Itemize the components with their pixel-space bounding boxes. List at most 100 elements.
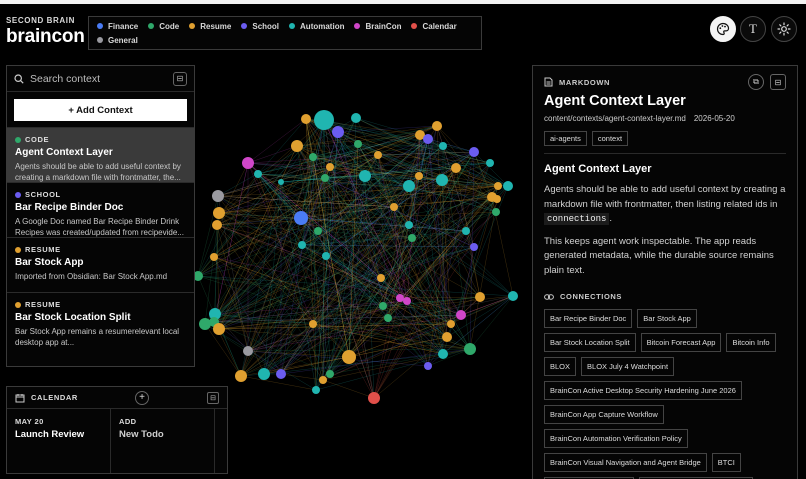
graph-node[interactable]	[235, 370, 247, 382]
graph-node[interactable]	[294, 211, 308, 225]
legend-item[interactable]: School	[241, 21, 279, 31]
graph-node[interactable]	[301, 114, 311, 124]
connection-chip[interactable]: Bar Stock App	[637, 309, 697, 328]
graph-node[interactable]	[312, 386, 320, 394]
list-item[interactable]: CODE Agent Context Layer Agents should be …	[7, 127, 194, 182]
palette-button[interactable]	[710, 16, 736, 42]
list-item[interactable]: RESUME Bar Stock App Imported from Obsidia…	[7, 237, 194, 292]
legend-item[interactable]: Finance	[97, 21, 138, 31]
graph-node[interactable]	[212, 220, 222, 230]
graph-node[interactable]	[309, 320, 317, 328]
graph-node[interactable]	[314, 110, 334, 130]
graph-node[interactable]	[321, 174, 329, 182]
graph-node[interactable]	[276, 369, 286, 379]
graph-node[interactable]	[403, 180, 415, 192]
graph-node[interactable]	[470, 243, 478, 251]
collapse-detail-icon[interactable]: ⊟	[770, 74, 786, 90]
graph-node[interactable]	[424, 362, 432, 370]
connection-chip[interactable]: BrainCon Active Desktop Security Hardeni…	[544, 381, 742, 400]
graph-node[interactable]	[384, 314, 392, 322]
graph-node[interactable]	[442, 332, 452, 342]
graph-node[interactable]	[213, 323, 225, 335]
graph-node[interactable]	[368, 392, 380, 404]
graph-node[interactable]	[423, 134, 433, 144]
graph-node[interactable]	[242, 157, 254, 169]
connection-chip[interactable]: BTCI	[711, 453, 741, 472]
graph-node[interactable]	[464, 343, 476, 355]
connection-chip[interactable]: BrainCon App Capture Workflow	[544, 405, 664, 424]
graph-node[interactable]	[379, 302, 387, 310]
graph-node[interactable]	[298, 241, 306, 249]
graph-node[interactable]	[309, 153, 317, 161]
graph-node[interactable]	[469, 147, 479, 157]
tag-chip[interactable]: ai-agents	[544, 131, 587, 146]
graph-node[interactable]	[319, 376, 327, 384]
graph-node[interactable]	[486, 159, 494, 167]
graph-node[interactable]	[494, 182, 502, 190]
graph-node[interactable]	[332, 126, 344, 138]
graph-node[interactable]	[439, 142, 447, 150]
open-external-icon[interactable]: ⧉	[748, 74, 764, 90]
graph-node[interactable]	[326, 370, 334, 378]
add-context-button[interactable]: + Add Context	[14, 99, 187, 121]
connection-chip[interactable]: Bitcoin Info	[726, 333, 776, 352]
collapse-panel-icon[interactable]: ⊟	[173, 71, 187, 86]
graph-node[interactable]	[278, 179, 284, 185]
graph-node[interactable]	[405, 221, 413, 229]
theme-toggle-button[interactable]	[771, 16, 797, 42]
graph-node[interactable]	[415, 172, 423, 180]
legend-item[interactable]: BrainCon	[354, 21, 401, 31]
graph-node[interactable]	[508, 291, 518, 301]
graph-node[interactable]	[492, 208, 500, 216]
list-item[interactable]: RESUME Bar Stock Location Split Bar Stock …	[7, 292, 194, 347]
graph-node[interactable]	[377, 274, 385, 282]
graph-node[interactable]	[314, 227, 322, 235]
graph-node[interactable]	[447, 320, 455, 328]
graph-node[interactable]	[462, 227, 470, 235]
connection-chip[interactable]: BLOX	[544, 357, 577, 376]
new-todo-slot[interactable]: ADD New Todo	[111, 409, 215, 473]
graph-node[interactable]	[374, 151, 382, 159]
graph-node[interactable]	[475, 292, 485, 302]
collapse-calendar-icon[interactable]: ⊟	[207, 391, 219, 404]
connection-chip[interactable]: BrainCon Automation Verification Policy	[544, 429, 688, 448]
graph-node[interactable]	[342, 350, 356, 364]
legend-item[interactable]: Automation	[289, 21, 344, 31]
graph-node[interactable]	[354, 140, 362, 148]
graph-node[interactable]	[258, 368, 270, 380]
text-style-button[interactable]: T	[740, 16, 766, 42]
graph-node[interactable]	[456, 310, 466, 320]
graph-node[interactable]	[326, 163, 334, 171]
graph-node[interactable]	[212, 190, 224, 202]
tag-chip[interactable]: context	[591, 131, 629, 146]
graph-node[interactable]	[210, 253, 218, 261]
connection-chip[interactable]: Bitcoin Forecast App	[640, 333, 722, 352]
graph-node[interactable]	[396, 294, 404, 302]
graph-node[interactable]	[322, 252, 330, 260]
graph-node[interactable]	[359, 170, 371, 182]
search-bar[interactable]: Search context ⊟	[7, 66, 194, 92]
graph-node[interactable]	[351, 113, 361, 123]
search-input[interactable]: Search context	[30, 73, 167, 85]
legend-item[interactable]: Code	[148, 21, 179, 31]
connection-chip[interactable]: BrainCon Visual Navigation and Agent Bri…	[544, 453, 707, 472]
graph-node[interactable]	[199, 318, 211, 330]
graph-node[interactable]	[438, 349, 448, 359]
graph-node[interactable]	[432, 121, 442, 131]
graph-node[interactable]	[408, 234, 416, 242]
connection-chip[interactable]: Bar Recipe Binder Doc	[544, 309, 633, 328]
calendar-event[interactable]: MAY 20 Launch Review	[7, 409, 111, 473]
graph-node[interactable]	[403, 297, 411, 305]
list-item[interactable]: SCHOOL Bar Recipe Binder Doc A Google Doc …	[7, 182, 194, 237]
graph-node[interactable]	[390, 203, 398, 211]
graph-node[interactable]	[436, 174, 448, 186]
legend-item[interactable]: Resume	[189, 21, 231, 31]
graph-node[interactable]	[254, 170, 262, 178]
connection-chip[interactable]: BLOX July 4 Watchpoint	[581, 357, 675, 376]
legend-item[interactable]: Calendar	[411, 21, 457, 31]
graph-node[interactable]	[291, 140, 303, 152]
graph-node[interactable]	[503, 181, 513, 191]
connection-chip[interactable]: Bar Stock Location Split	[544, 333, 636, 352]
graph-node[interactable]	[451, 163, 461, 173]
legend-item[interactable]: General	[97, 35, 138, 45]
